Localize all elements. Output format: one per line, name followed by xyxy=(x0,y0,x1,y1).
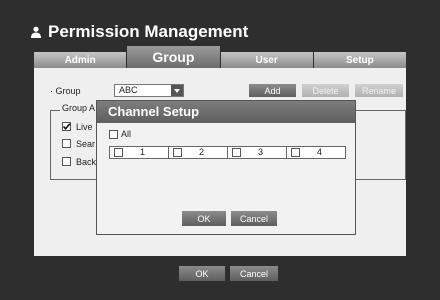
dialog-cancel-button[interactable]: Cancel xyxy=(231,211,277,226)
channel-setup-dialog: Channel Setup All 1 2 3 4 OK Cancel xyxy=(96,100,356,235)
search-checkbox[interactable] xyxy=(62,139,71,148)
tab-setup[interactable]: Setup xyxy=(313,52,406,68)
tab-group[interactable]: Group xyxy=(127,46,221,68)
channel-row: 1 2 3 4 xyxy=(109,146,346,159)
live-label: Live xyxy=(76,122,93,132)
cancel-button[interactable]: Cancel xyxy=(230,266,278,281)
group-label: · Group xyxy=(50,86,81,96)
tab-user[interactable]: User xyxy=(220,52,314,68)
group-select[interactable]: ABC xyxy=(114,84,184,97)
window-title: Permission Management xyxy=(48,22,249,41)
dialog-title: Channel Setup xyxy=(97,101,355,123)
tab-bar: Admin Group User Setup xyxy=(34,46,406,68)
channel-2-checkbox[interactable] xyxy=(173,148,182,157)
channel-3-checkbox[interactable] xyxy=(232,148,241,157)
channel-4-label: 4 xyxy=(317,147,323,157)
channel-4-checkbox[interactable] xyxy=(291,148,300,157)
user-icon xyxy=(31,26,41,38)
channel-3-label: 3 xyxy=(258,147,264,157)
backup-label: Back xyxy=(76,157,97,167)
all-label: All xyxy=(121,129,132,139)
channel-cell: 2 xyxy=(169,147,228,158)
backup-checkbox[interactable] xyxy=(62,157,71,166)
tab-admin[interactable]: Admin xyxy=(34,52,128,68)
channel-2-label: 2 xyxy=(199,147,205,157)
group-authority-title: Group A xyxy=(60,103,98,113)
rename-button[interactable]: Rename xyxy=(355,84,403,97)
group-select-value: ABC xyxy=(119,85,138,95)
dialog-ok-button[interactable]: OK xyxy=(182,211,226,226)
live-checkbox[interactable] xyxy=(62,122,71,131)
ok-button[interactable]: OK xyxy=(179,266,225,281)
chevron-down-icon[interactable] xyxy=(171,85,183,96)
all-checkbox[interactable] xyxy=(109,130,118,139)
delete-button[interactable]: Delete xyxy=(302,84,349,97)
search-label: Sear xyxy=(76,139,96,149)
add-button[interactable]: Add xyxy=(249,84,296,97)
channel-cell: 1 xyxy=(110,147,169,158)
channel-cell: 4 xyxy=(287,147,345,158)
channel-1-label: 1 xyxy=(140,147,146,157)
window-header: Permission Management xyxy=(30,22,248,42)
checkmark-icon xyxy=(62,123,71,131)
channel-1-checkbox[interactable] xyxy=(114,148,123,157)
channel-cell: 3 xyxy=(228,147,287,158)
